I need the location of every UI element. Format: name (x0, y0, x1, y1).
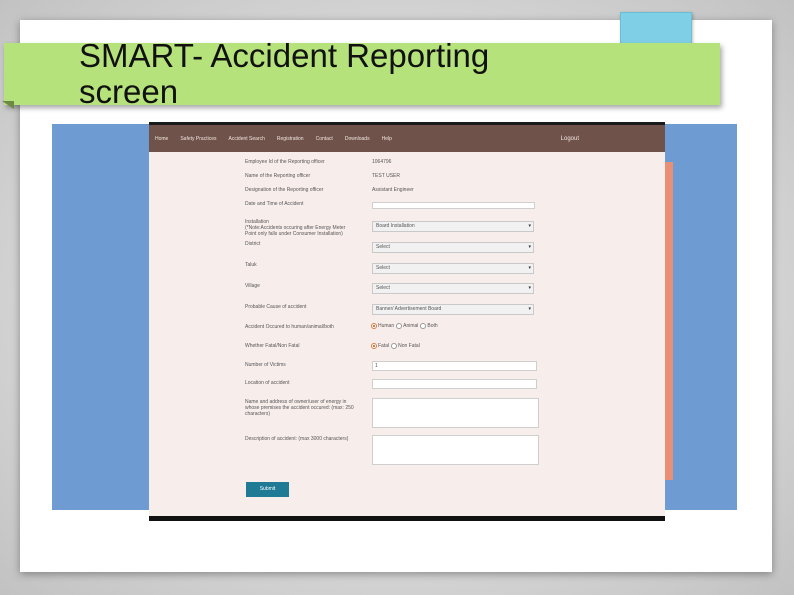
officer-name-value: TEST USER (372, 173, 400, 179)
village-label: Village (245, 283, 260, 289)
employee-id-label: Employee Id of the Reporting officer (245, 159, 325, 165)
fatal-label: Whether Fatal/Non Fatal (245, 343, 300, 349)
chevron-down-icon: ▾ (528, 306, 531, 312)
occurred-radio-group: Human Animal Both (371, 323, 440, 329)
designation-value: Assistant Engineer (372, 187, 414, 193)
taluk-select[interactable]: Select ▾ (372, 263, 534, 274)
owner-label: Name and address of owner/user of energy… (245, 399, 354, 417)
installation-select[interactable]: Board Installation ▾ (372, 221, 534, 232)
officer-name-label: Name of the Reporting officer (245, 173, 311, 179)
victims-input[interactable]: 1 (372, 361, 537, 371)
app-screenshot: Home Safety Practices Accident Search Re… (149, 122, 673, 521)
description-label: Description of accident: (max 3000 chara… (245, 436, 349, 442)
taluk-label: Taluk (245, 262, 257, 268)
nav-help[interactable]: Help (376, 136, 398, 142)
cause-selected: Banner/ Advertisement Board (376, 306, 442, 312)
slide-title-line1: SMART- Accident Reporting (79, 37, 490, 74)
owner-textarea[interactable] (372, 398, 539, 428)
nav-downloads[interactable]: Downloads (339, 136, 376, 142)
chevron-down-icon: ▾ (528, 285, 531, 291)
district-selected: Select (376, 244, 390, 250)
logout-link[interactable]: Logout (561, 136, 579, 142)
scrollbar[interactable] (665, 162, 673, 480)
nav-contact[interactable]: Contact (310, 136, 339, 142)
district-select[interactable]: Select ▾ (372, 242, 534, 253)
taluk-selected: Select (376, 265, 390, 271)
nav-safety-practices[interactable]: Safety Practices (174, 136, 222, 142)
chevron-down-icon: ▾ (528, 244, 531, 250)
radio-non-fatal-label: Non Fatal (398, 343, 420, 349)
navbar: Home Safety Practices Accident Search Re… (149, 125, 665, 152)
chevron-down-icon: ▾ (528, 265, 531, 271)
radio-fatal[interactable] (371, 343, 377, 349)
slide-title: SMART- Accident Reporting screen (79, 38, 489, 110)
datetime-label: Date and Time of Accident (245, 201, 304, 207)
radio-fatal-label: Fatal (378, 343, 390, 349)
cause-select[interactable]: Banner/ Advertisement Board ▾ (372, 304, 534, 315)
radio-human-label: Human (378, 323, 395, 329)
employee-id-value: 1064796 (372, 159, 392, 165)
description-textarea[interactable] (372, 435, 539, 465)
radio-non-fatal[interactable] (391, 343, 398, 349)
installation-selected: Board Installation (376, 223, 415, 229)
chevron-down-icon: ▾ (528, 223, 531, 229)
nav-accident-search[interactable]: Accident Search (222, 136, 270, 142)
occurred-label: Accident Occured to human/animal/both (245, 324, 334, 330)
radio-animal[interactable] (396, 323, 403, 329)
radio-both[interactable] (420, 323, 427, 329)
location-input[interactable] (372, 379, 537, 389)
nav-home[interactable]: Home (149, 136, 174, 142)
cause-label: Probable Cause of accident (245, 304, 307, 310)
location-label: Location of accident (245, 380, 290, 386)
submit-button[interactable]: Submit (246, 482, 289, 497)
nav-registration[interactable]: Registration (271, 136, 310, 142)
installation-label: Installation (*Note:Accidents occuring a… (245, 219, 346, 237)
village-selected: Select (376, 285, 390, 291)
victims-label: Number of Victims (245, 362, 286, 368)
radio-animal-label: Animal (403, 323, 419, 329)
district-label: District (245, 241, 261, 247)
radio-human[interactable] (371, 323, 377, 329)
radio-both-label: Both (427, 323, 438, 329)
village-select[interactable]: Select ▾ (372, 283, 534, 294)
fatal-radio-group: Fatal Non Fatal (371, 343, 422, 349)
designation-label: Designation of the Reporting officer (245, 187, 324, 193)
slide-title-line2: screen (79, 73, 179, 110)
datetime-input[interactable] (372, 202, 535, 209)
